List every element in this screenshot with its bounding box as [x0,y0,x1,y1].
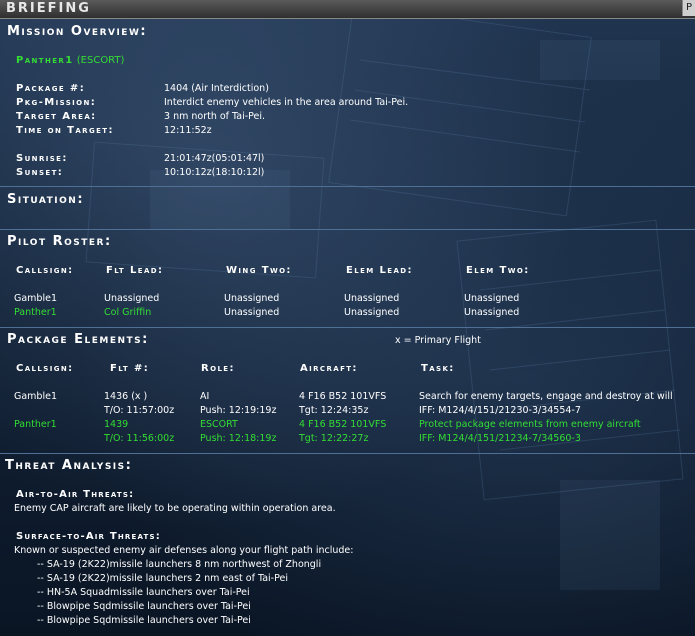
pkg-cell[interactable]: Search for enemy targets, engage and des… [419,391,673,402]
section-divider [0,327,695,328]
roster-cell[interactable]: Unassigned [464,293,519,304]
air-threats-text: Enemy CAP aircraft are likely to be oper… [14,503,336,514]
roster-cell[interactable]: Unassigned [464,307,519,318]
roster-col-wing-two: Wing Two: [226,265,292,276]
sam-threats-intro: Known or suspected enemy air defenses al… [14,545,354,556]
pkg-col-flt: Flt #: [110,363,150,374]
section-divider [0,453,695,454]
sunrise-label: Sunrise: [16,153,68,164]
window-title: BRIEFING [6,1,91,16]
field-label: Target Area: [16,111,97,122]
sam-threat-item: -- HN-5A Squadmissile launchers over Tai… [37,587,250,598]
threat-analysis-heading: Threat Analysis: [5,458,133,473]
field-label: Pkg-Mission: [16,97,97,108]
pkg-col-aircraft: Aircraft: [300,363,358,374]
sunrise-value: 21:01:47z(05:01:47l) [164,153,265,164]
section-divider [0,229,695,230]
field-label: Package #: [16,83,86,94]
pkg-cell[interactable]: 4 F16 B52 101VFS [299,419,386,430]
primary-flight-legend: x = Primary Flight [395,335,481,346]
pkg-cell[interactable]: Push: 12:18:19z [200,433,276,444]
pkg-cell[interactable]: Push: 12:19:19z [200,405,276,416]
sam-threat-item: -- SA-19 (2K22)missile launchers 2 nm ea… [37,573,288,584]
package-elements-heading: Package Elements: [7,332,149,347]
roster-col-elem-two: Elem Two: [466,265,530,276]
pkg-cell[interactable]: 1436 (x ) [104,391,147,402]
pkg-cell[interactable]: IFF: M124/4/151/21230-3/34554-7 [419,405,581,416]
sam-threat-item: -- SA-19 (2K22)missile launchers 8 nm no… [37,559,322,570]
pkg-cell[interactable]: Panther1 [14,419,57,430]
flight-role: (ESCORT) [76,55,125,66]
field-value: 1404 (Air Interdiction) [164,83,269,94]
mission-overview-heading: Mission Overview: [7,24,148,39]
roster-cell[interactable]: Gamble1 [14,293,57,304]
air-threats-heading: Air-to-Air Threats: [16,489,135,500]
field-value: 3 nm north of Tai-Pei. [164,111,266,122]
roster-cell[interactable]: Col Griffin [104,307,151,318]
flight-callsign-line: Panther1 (ESCORT) [16,55,124,66]
title-bar: BRIEFING P [0,0,695,19]
pkg-col-task: Task: [421,363,455,374]
pkg-cell[interactable]: T/O: 11:56:00z [104,433,174,444]
pkg-cell[interactable]: T/O: 11:57:00z [104,405,174,416]
pkg-cell[interactable]: 1439 [104,419,128,430]
pkg-cell[interactable]: AI [200,391,209,402]
pkg-cell[interactable]: Protect package elements from enemy airc… [419,419,641,430]
situation-heading: Situation: [7,192,85,207]
pkg-col-callsign: Callsign: [16,363,74,374]
roster-cell[interactable]: Panther1 [14,307,57,318]
sam-threats-heading: Surface-to-Air Threats: [16,531,161,542]
pkg-col-role: Role: [201,363,235,374]
pkg-cell[interactable]: ESCORT [200,419,238,430]
field-label: Time on Target: [16,125,114,136]
roster-col-callsign: Callsign: [16,265,74,276]
flight-callsign: Panther1 [16,55,74,66]
field-value: Interdict enemy vehicles in the area aro… [164,97,409,108]
roster-col-elem-lead: Elem Lead: [346,265,413,276]
pkg-cell[interactable]: Tgt: 12:24:35z [299,405,368,416]
roster-cell[interactable]: Unassigned [344,307,399,318]
section-divider [0,186,695,187]
roster-col-flt-lead: Flt Lead: [106,265,164,276]
pkg-cell[interactable]: IFF: M124/4/151/21234-7/34560-3 [419,433,581,444]
sunset-label: Sunset: [16,167,64,178]
sam-threat-item: -- Blowpipe Sqdmissile launchers over Ta… [37,615,251,626]
pilot-roster-heading: Pilot Roster: [7,234,112,249]
roster-cell[interactable]: Unassigned [224,307,279,318]
sam-threat-item: -- Blowpipe Sqdmissile launchers over Ta… [37,601,251,612]
pkg-cell[interactable]: Gamble1 [14,391,57,402]
roster-cell[interactable]: Unassigned [104,293,159,304]
roster-cell[interactable]: Unassigned [224,293,279,304]
close-button[interactable]: P [682,0,695,16]
pkg-cell[interactable]: 4 F16 B52 101VFS [299,391,386,402]
roster-cell[interactable]: Unassigned [344,293,399,304]
pkg-cell[interactable]: Tgt: 12:22:27z [299,433,368,444]
sunset-value: 10:10:12z(18:10:12l) [164,167,265,178]
field-value: 12:11:52z [164,125,212,136]
